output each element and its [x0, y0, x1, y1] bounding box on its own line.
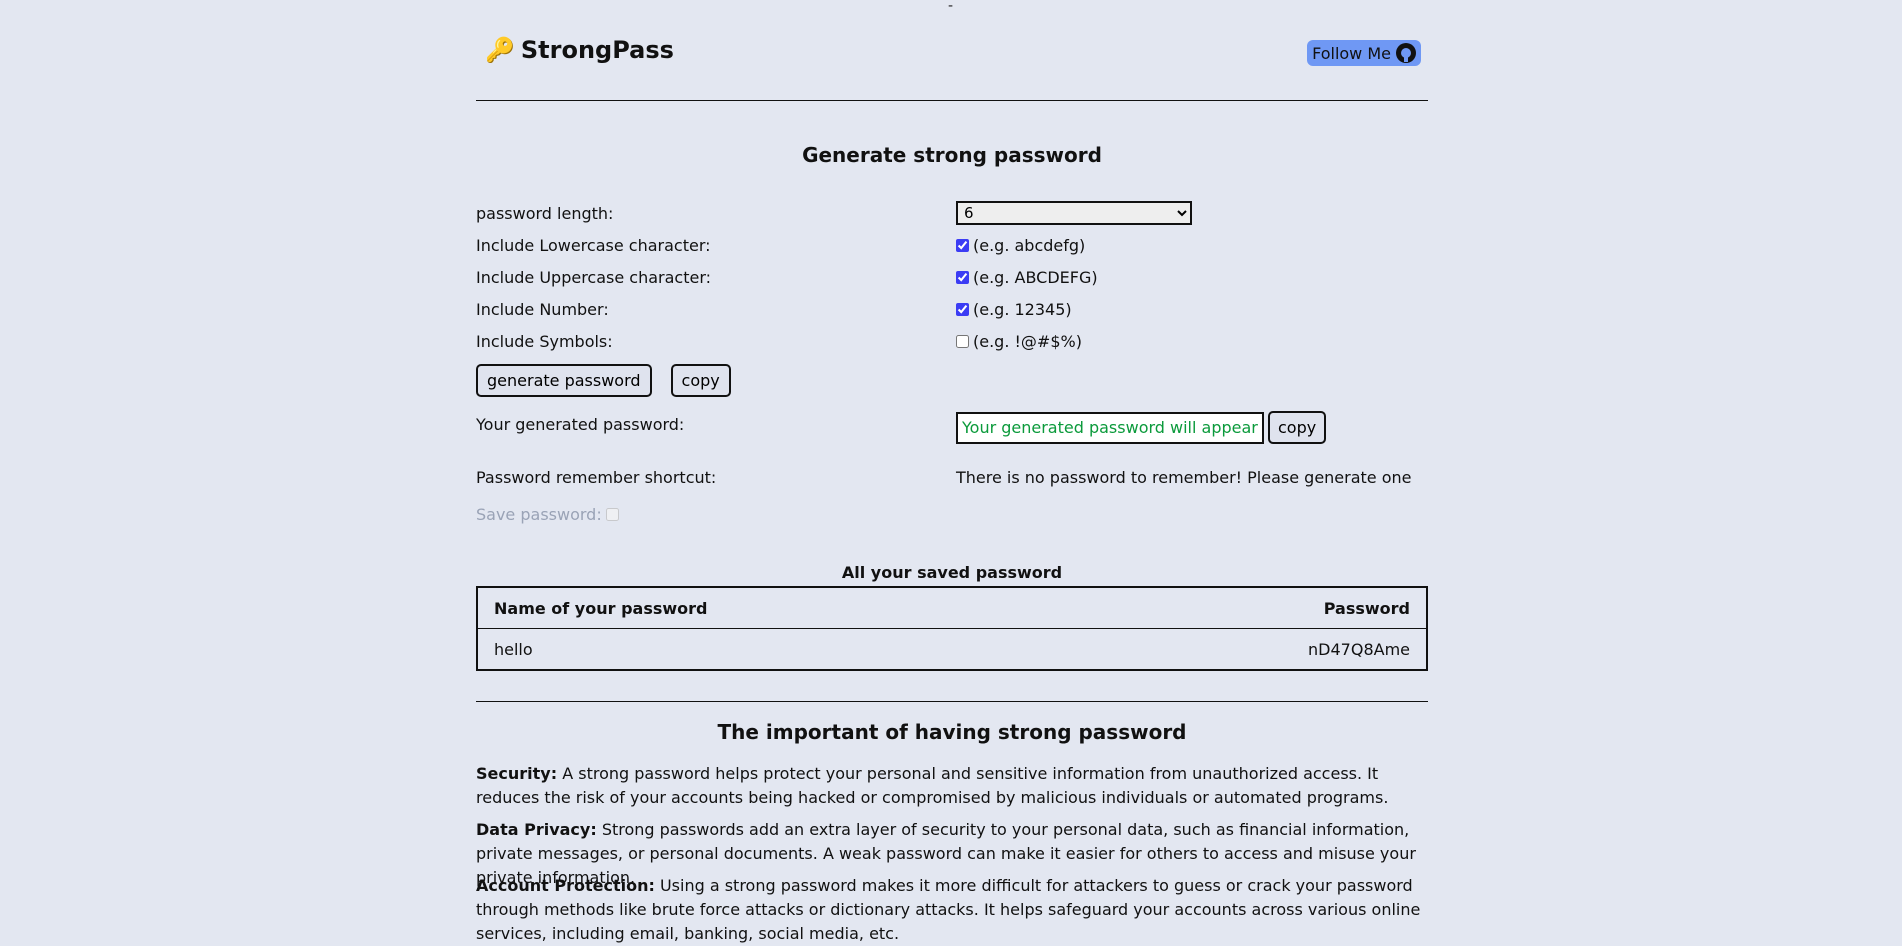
copy-generated-button[interactable]: copy — [1268, 411, 1327, 444]
brand-name: StrongPass — [520, 36, 674, 64]
symbols-row: Include Symbols: (e.g. !@#$%) — [476, 327, 1428, 355]
generated-password-field[interactable]: Your generated password will appear here — [956, 411, 1264, 444]
save-password-label: Save password: — [476, 505, 602, 524]
column-header-name: Name of your password — [477, 587, 1091, 629]
uppercase-checkbox[interactable] — [956, 270, 969, 284]
table-header-row: Name of your password Password — [477, 587, 1427, 629]
shortcut-row: Password remember shortcut: There is no … — [476, 463, 1428, 491]
brand[interactable]: 🔑 StrongPass — [485, 36, 674, 64]
symbols-example: (e.g. !@#$%) — [973, 331, 1082, 351]
saved-passwords-title: All your saved password — [841, 563, 1063, 582]
key-icon: 🔑 — [485, 36, 515, 64]
lowercase-row: Include Lowercase character: (e.g. abcde… — [476, 231, 1428, 259]
number-label: Include Number: — [476, 299, 609, 319]
follow-me-button[interactable]: Follow Me — [1307, 40, 1421, 66]
length-select[interactable]: 6 — [956, 201, 1192, 225]
github-icon — [1396, 43, 1416, 63]
uppercase-row: Include Uppercase character: (e.g. ABCDE… — [476, 263, 1428, 291]
number-row: Include Number: (e.g. 12345) — [476, 295, 1428, 323]
table-row: hello nD47Q8Ame — [477, 629, 1427, 671]
uppercase-example: (e.g. ABCDEFG) — [973, 267, 1098, 287]
uppercase-label: Include Uppercase character: — [476, 267, 712, 287]
site-header: 🔑 StrongPass Follow Me — [476, 0, 1428, 101]
generated-label: Your generated password: — [476, 415, 685, 434]
save-password-checkbox[interactable] — [605, 508, 619, 521]
symbols-label: Include Symbols: — [476, 331, 613, 351]
security-paragraph: Security: A strong password helps protec… — [476, 762, 1428, 810]
importance-title: The important of having strong password — [717, 720, 1187, 744]
generated-row: Your generated password: Your generated … — [476, 411, 1428, 451]
follow-me-label: Follow Me — [1312, 43, 1391, 63]
section-divider — [476, 701, 1428, 702]
account-protection-term: Account Protection: — [476, 876, 655, 895]
security-text: A strong password helps protect your per… — [476, 764, 1389, 807]
saved-passwords-table: Name of your password Password hello nD4… — [476, 586, 1428, 671]
lowercase-example: (e.g. abcdefg) — [973, 235, 1086, 255]
length-row: password length: 6 — [476, 199, 1428, 227]
save-password-row: Save password: — [476, 505, 619, 524]
security-term: Security: — [476, 764, 558, 783]
shortcut-label: Password remember shortcut: — [476, 467, 717, 487]
data-privacy-term: Data Privacy: — [476, 820, 597, 839]
main-container: 🔑 StrongPass Follow Me Generate strong p… — [476, 0, 1428, 943]
number-example: (e.g. 12345) — [973, 299, 1072, 319]
saved-password-cell: nD47Q8Ame — [1308, 639, 1410, 659]
symbols-checkbox[interactable] — [956, 334, 969, 348]
actions-row: generate password copy — [476, 362, 1428, 398]
account-protection-paragraph: Account Protection: Using a strong passw… — [476, 874, 1428, 946]
length-label: password length: — [476, 203, 614, 223]
generate-password-button[interactable]: generate password — [476, 363, 652, 397]
copy-button[interactable]: copy — [670, 363, 731, 397]
lowercase-label: Include Lowercase character: — [476, 235, 711, 255]
column-header-password: Password — [1090, 587, 1427, 629]
lowercase-checkbox[interactable] — [956, 238, 969, 252]
generator-title: Generate strong password — [802, 143, 1102, 167]
shortcut-value: There is no password to remember! Please… — [956, 467, 1412, 487]
saved-name-cell: hello — [494, 639, 533, 659]
number-checkbox[interactable] — [956, 302, 969, 316]
